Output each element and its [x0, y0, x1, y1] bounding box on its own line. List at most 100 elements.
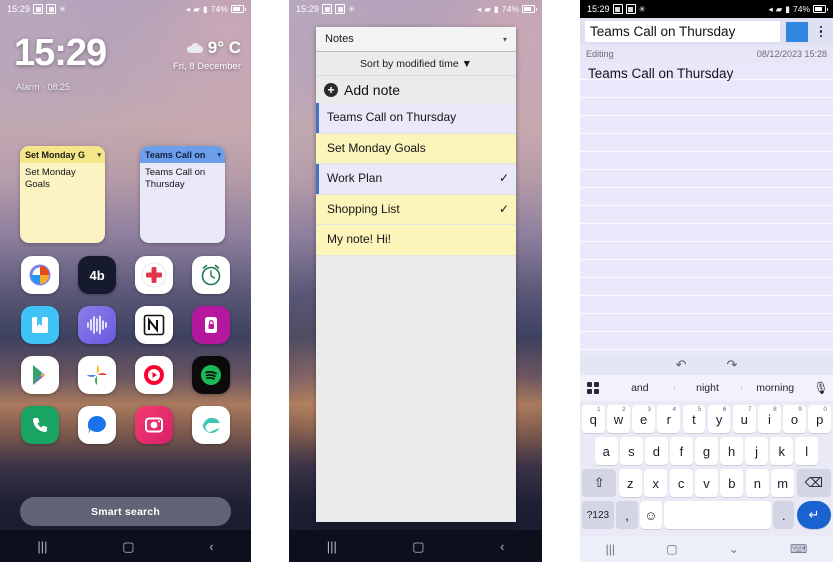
recents-icon[interactable]: |||: [327, 540, 337, 553]
recents-icon[interactable]: |||: [606, 542, 615, 556]
app-instagram[interactable]: [134, 406, 173, 444]
symbols-key[interactable]: ?123: [582, 501, 614, 529]
list-item[interactable]: Shopping List ✓: [316, 194, 516, 226]
key-m[interactable]: m: [771, 469, 795, 497]
key-q[interactable]: 1q: [581, 405, 605, 433]
key-x[interactable]: x: [644, 469, 668, 497]
key-v[interactable]: v: [695, 469, 718, 497]
note-timestamp: 08/12/2023 15:28: [756, 48, 827, 59]
key-u[interactable]: 7u: [732, 405, 756, 433]
app-spotify[interactable]: [191, 356, 230, 394]
home-icon[interactable]: ▢: [666, 542, 677, 556]
note-color-swatch[interactable]: [786, 21, 808, 42]
notion-icon: [143, 314, 165, 336]
redo-icon[interactable]: ↷: [727, 358, 738, 371]
note-title-input[interactable]: Teams Call on Thursday: [585, 21, 780, 42]
recents-icon[interactable]: |||: [37, 540, 47, 553]
key-n[interactable]: n: [745, 469, 769, 497]
back-icon[interactable]: ‹: [209, 540, 213, 553]
back-icon[interactable]: ‹: [500, 540, 504, 553]
suggestion-1[interactable]: and: [606, 382, 674, 394]
app-messages[interactable]: [78, 406, 117, 444]
home-icon[interactable]: ▢: [412, 540, 424, 553]
notes-app-titlebar[interactable]: Notes ▾: [316, 27, 516, 52]
key-label: t: [692, 411, 696, 427]
shift-key[interactable]: ⇧: [581, 469, 617, 497]
key-j[interactable]: j: [745, 437, 768, 465]
period-key[interactable]: .: [773, 501, 795, 529]
suggestion-3[interactable]: morning: [741, 382, 809, 394]
smart-search-bar[interactable]: Smart search: [20, 497, 231, 526]
key-y[interactable]: 6y: [707, 405, 731, 433]
backspace-key[interactable]: ⌫: [796, 469, 832, 497]
app-notion[interactable]: [134, 306, 173, 344]
app-4b[interactable]: 4b: [78, 256, 117, 294]
sort-dropdown[interactable]: Sort by modified time ▼: [316, 52, 516, 76]
key-k[interactable]: k: [770, 437, 793, 465]
key-label: y: [715, 411, 723, 427]
app-youtube-music[interactable]: [134, 356, 173, 394]
key-d[interactable]: d: [645, 437, 668, 465]
suggestion-2[interactable]: night: [673, 382, 742, 394]
list-item[interactable]: Teams Call on Thursday: [316, 103, 516, 134]
emoji-key[interactable]: ☺: [640, 501, 662, 529]
key-label: q: [589, 411, 597, 427]
keyboard-menu-icon[interactable]: [580, 382, 606, 394]
note-widget-teams-call[interactable]: Teams Call on ▾ Teams Call on Thursday: [140, 146, 225, 243]
add-note-button[interactable]: + Add note: [316, 76, 516, 103]
app-play-store[interactable]: [21, 356, 60, 394]
chevron-down-icon[interactable]: ▾: [217, 151, 221, 159]
key-i[interactable]: 8i: [758, 405, 781, 433]
keyboard-row-4: ?123 , ☺ . ↵: [582, 501, 832, 529]
key-l[interactable]: l: [795, 437, 819, 465]
app-phone[interactable]: [21, 406, 60, 444]
app-health-plus[interactable]: [134, 256, 173, 294]
note-widget-header-label: Teams Call on: [145, 149, 206, 160]
weather-widget[interactable]: 9° C Fri, 8 December: [173, 38, 241, 72]
list-item[interactable]: Work Plan ✓: [316, 164, 516, 195]
key-b[interactable]: b: [720, 469, 744, 497]
key-c[interactable]: c: [669, 469, 693, 497]
microphone-icon[interactable]: 🎙: [809, 381, 833, 395]
more-options-icon[interactable]: [814, 25, 828, 38]
key-g[interactable]: g: [695, 437, 718, 465]
note-body-area[interactable]: Teams Call on Thursday: [580, 62, 833, 354]
note-widget-header[interactable]: Set Monday G ▾: [20, 146, 105, 163]
enter-key[interactable]: ↵: [796, 501, 832, 529]
key-e[interactable]: 3e: [632, 405, 655, 433]
home-icon[interactable]: ▢: [122, 540, 134, 553]
status-bar: 15:29 ✳ ◂ ▰ ▮ 74%: [0, 0, 251, 18]
plus-icon: [141, 262, 167, 288]
key-h[interactable]: h: [720, 437, 743, 465]
key-a[interactable]: a: [594, 437, 618, 465]
note-widget-body: Teams Call on Thursday: [145, 167, 206, 190]
key-s[interactable]: s: [620, 437, 643, 465]
chevron-down-icon[interactable]: ▾: [97, 151, 101, 159]
list-item[interactable]: Set Monday Goals: [316, 133, 516, 165]
chevron-down-icon[interactable]: ▾: [503, 35, 507, 44]
key-w[interactable]: 2w: [607, 405, 630, 433]
clock-weather-widget[interactable]: 15:29 Alarm · 08:25 9° C Fri, 8 December: [0, 32, 251, 107]
app-google-photos[interactable]: [78, 356, 117, 394]
app-edge[interactable]: [191, 406, 230, 444]
app-voice-recorder[interactable]: [78, 306, 117, 344]
key-f[interactable]: f: [670, 437, 693, 465]
list-item[interactable]: My note! Hi!: [316, 225, 516, 256]
key-z[interactable]: z: [618, 469, 642, 497]
key-o[interactable]: 9o: [783, 405, 806, 433]
key-p[interactable]: 0p: [808, 405, 832, 433]
app-clock[interactable]: [191, 256, 230, 294]
comma-key[interactable]: ,: [616, 501, 638, 529]
space-key[interactable]: [664, 501, 771, 529]
hide-keyboard-icon[interactable]: ⌄: [729, 542, 739, 556]
keyboard-icon[interactable]: ⌨: [790, 542, 807, 556]
app-bookmark[interactable]: [21, 306, 60, 344]
key-t[interactable]: 5t: [682, 405, 706, 433]
undo-icon[interactable]: ↶: [676, 358, 687, 371]
key-r[interactable]: 4r: [657, 405, 681, 433]
note-widget-header[interactable]: Teams Call on ▾: [140, 146, 225, 163]
app-secure-folder[interactable]: [191, 306, 230, 344]
app-microsoft-365[interactable]: [21, 256, 60, 294]
key-num: 2: [622, 406, 626, 413]
note-widget-set-monday-goals[interactable]: Set Monday G ▾ Set Monday Goals: [20, 146, 105, 243]
